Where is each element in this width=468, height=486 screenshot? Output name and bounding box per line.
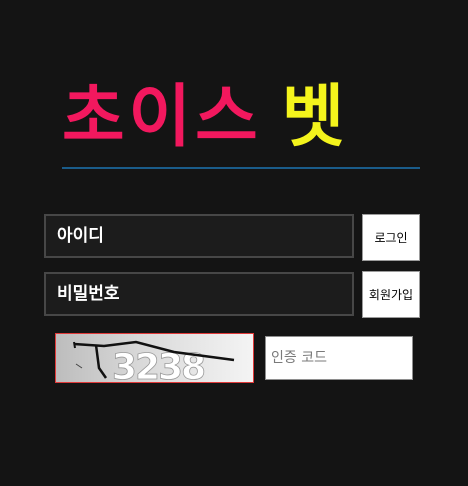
password-field[interactable]: 비밀번호 [44, 272, 354, 316]
captcha-input-placeholder: 인증 코드 [271, 350, 327, 366]
site-logo: 초이스 벳 [62, 78, 420, 158]
signup-button[interactable]: 회원가입 [362, 271, 420, 318]
username-label: 아이디 [57, 226, 104, 246]
logo-text-bet: 벳 [281, 78, 345, 157]
captcha-code-input[interactable]: 인증 코드 [265, 336, 413, 380]
password-label: 비밀번호 [57, 284, 120, 304]
captcha-graphic: 3238 [56, 334, 253, 382]
logo-text-choice: 초이스 [62, 78, 262, 157]
captcha-code: 3238 [112, 347, 204, 382]
username-field[interactable]: 아이디 [44, 214, 354, 258]
captcha-image: 3238 [55, 333, 254, 383]
login-button[interactable]: 로그인 [362, 214, 420, 261]
logo-divider [62, 167, 420, 169]
